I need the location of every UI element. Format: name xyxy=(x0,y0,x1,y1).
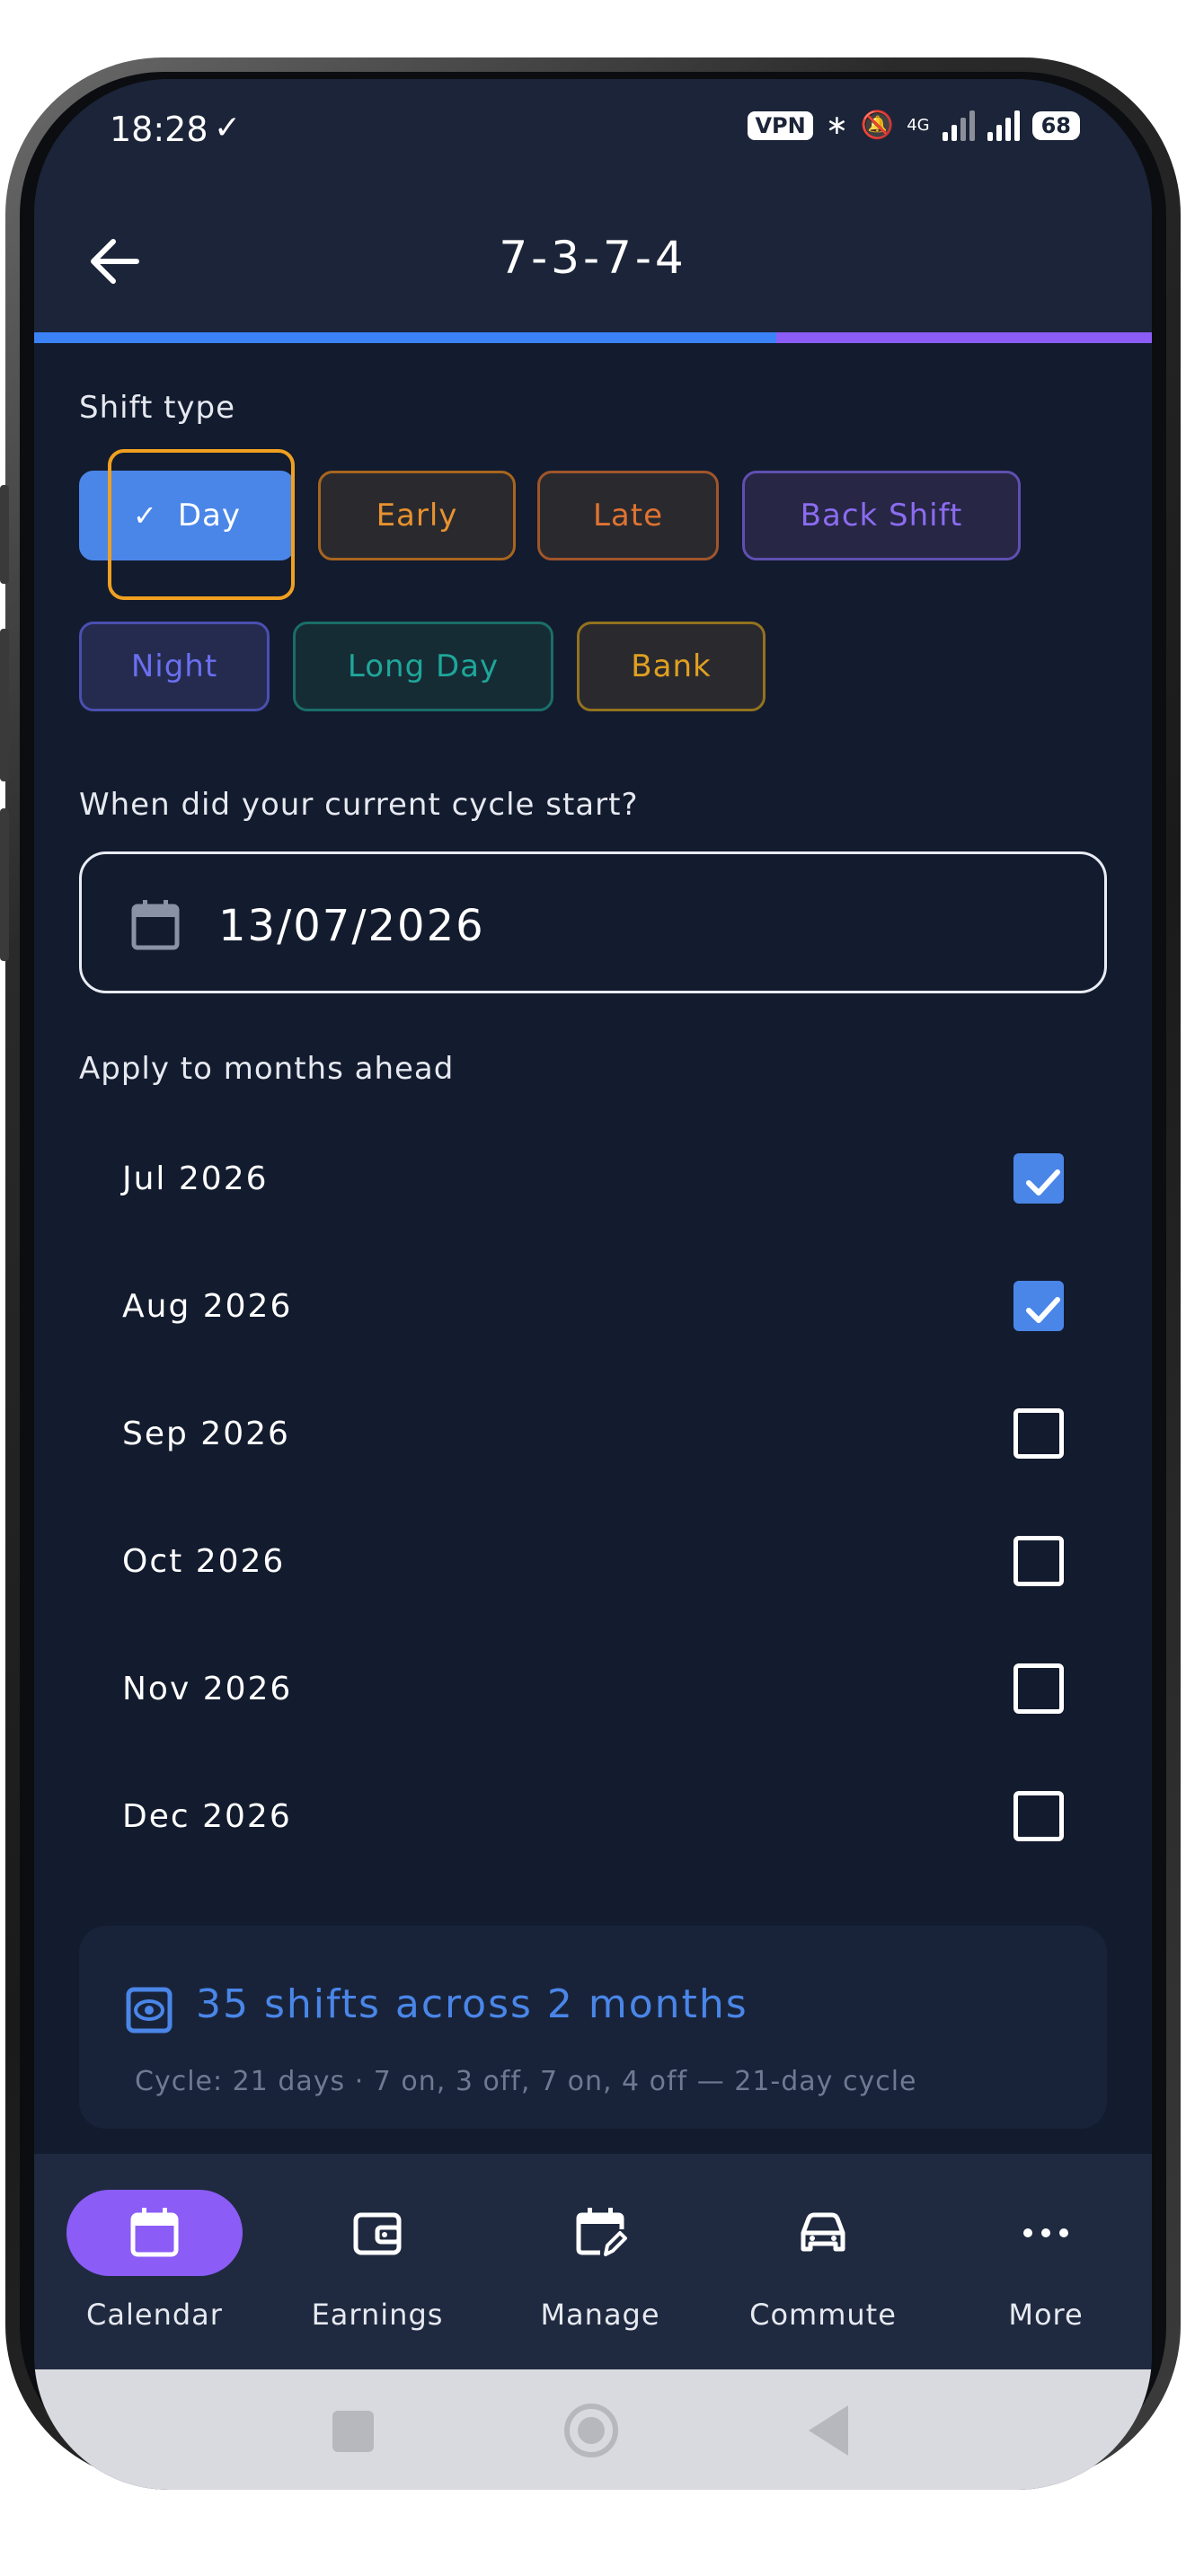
summary-detail: Cycle: 21 days · 7 on, 3 off, 7 on, 4 of… xyxy=(135,2066,917,2097)
app-bar: 7-3-7-4 xyxy=(34,187,1152,332)
calendar-icon xyxy=(131,900,180,950)
signal-icon xyxy=(987,110,1020,141)
vpn-badge: VPN xyxy=(748,110,813,140)
nav-label: More xyxy=(1008,2298,1084,2332)
check-icon xyxy=(1026,1297,1060,1323)
month-label: Aug 2026 xyxy=(122,1288,293,1325)
month-label: Sep 2026 xyxy=(122,1416,290,1452)
signal-icon xyxy=(942,110,975,141)
status-time: 18:28 xyxy=(110,110,208,149)
shift-chip-bank[interactable]: Bank xyxy=(577,622,766,711)
month-checkbox[interactable] xyxy=(1013,1791,1064,1841)
month-row-aug-2026[interactable]: Aug 2026 xyxy=(122,1261,1064,1351)
summary-headline: 35 shifts across 2 months xyxy=(196,1981,748,2027)
month-checkbox[interactable] xyxy=(1013,1408,1064,1459)
shift-chip-back-shift[interactable]: Back Shift xyxy=(742,471,1021,560)
cycle-start-date: 13/07/2026 xyxy=(218,901,485,951)
side-button xyxy=(0,808,9,961)
calendar-icon xyxy=(130,2208,179,2257)
status-indicators: VPN ∗ 🔕 4G 68 xyxy=(748,110,1080,141)
status-bar: 18:28 ✓ VPN ∗ 🔕 4G 68 xyxy=(34,79,1152,187)
wallet-icon xyxy=(353,2212,402,2255)
shift-chip-long-day[interactable]: Long Day xyxy=(293,622,553,711)
chip-label: Night xyxy=(130,648,218,684)
month-row-jul-2026[interactable]: Jul 2026 xyxy=(122,1134,1064,1223)
progress-remaining xyxy=(776,332,1152,343)
app-screen: 18:28 ✓ VPN ∗ 🔕 4G 68 7-3-7-4 Shift type xyxy=(34,79,1152,2490)
more-dots-icon xyxy=(1023,2228,1068,2237)
nav-item-more[interactable]: More xyxy=(947,2190,1145,2351)
bluetooth-icon: ∗ xyxy=(825,110,848,141)
month-label: Dec 2026 xyxy=(122,1798,292,1835)
month-checkbox[interactable] xyxy=(1013,1536,1064,1586)
nav-label: Earnings xyxy=(311,2298,444,2332)
shift-chip-late[interactable]: Late xyxy=(537,471,719,560)
shift-type-label: Shift type xyxy=(79,390,236,426)
month-label: Oct 2026 xyxy=(122,1543,286,1580)
nav-label: Calendar xyxy=(86,2298,223,2332)
verified-icon: ✓ xyxy=(214,110,242,146)
month-checkbox[interactable] xyxy=(1013,1663,1064,1714)
cycle-start-label: When did your current cycle start? xyxy=(79,787,639,823)
month-row-oct-2026[interactable]: Oct 2026 xyxy=(122,1516,1064,1606)
system-back-button[interactable] xyxy=(809,2405,848,2456)
home-button[interactable] xyxy=(564,2404,618,2457)
eye-icon xyxy=(126,1987,173,2033)
calendar-edit-icon xyxy=(576,2208,627,2256)
page-title: 7-3-7-4 xyxy=(499,232,687,284)
preview-summary-card: 35 shifts across 2 months Cycle: 21 days… xyxy=(79,1926,1107,2129)
month-row-sep-2026[interactable]: Sep 2026 xyxy=(122,1389,1064,1478)
chip-label: Early xyxy=(376,498,458,534)
network-type: 4G xyxy=(907,116,930,135)
nav-item-calendar[interactable]: Calendar xyxy=(56,2190,253,2351)
nav-label: Manage xyxy=(540,2298,660,2332)
chip-label: Back Shift xyxy=(800,498,963,534)
chip-label: Day xyxy=(177,498,241,534)
battery-level: 68 xyxy=(1031,110,1080,140)
shift-chip-day[interactable]: ✓ Day xyxy=(79,471,295,560)
chip-label: Late xyxy=(592,498,664,534)
shift-chip-night[interactable]: Night xyxy=(79,622,270,711)
nav-item-manage[interactable]: Manage xyxy=(501,2190,699,2351)
side-button xyxy=(0,485,9,584)
side-button xyxy=(0,629,9,781)
month-label: Nov 2026 xyxy=(122,1671,293,1707)
month-checkbox[interactable] xyxy=(1013,1153,1064,1204)
cycle-start-date-field[interactable]: 13/07/2026 xyxy=(79,851,1107,993)
month-checkbox[interactable] xyxy=(1013,1281,1064,1331)
recents-button[interactable] xyxy=(332,2411,374,2452)
nav-label: Commute xyxy=(749,2298,897,2332)
nav-item-commute[interactable]: Commute xyxy=(724,2190,922,2351)
check-icon: ✓ xyxy=(133,498,158,533)
system-navigation-bar xyxy=(34,2369,1152,2490)
nav-item-earnings[interactable]: Earnings xyxy=(279,2190,476,2351)
chip-label: Bank xyxy=(631,648,712,684)
progress-bar xyxy=(34,332,1152,343)
mute-icon: 🔕 xyxy=(860,110,895,141)
month-label: Jul 2026 xyxy=(122,1160,269,1197)
progress-fill xyxy=(34,332,776,343)
shift-chip-early[interactable]: Early xyxy=(318,471,516,560)
month-row-dec-2026[interactable]: Dec 2026 xyxy=(122,1771,1064,1861)
month-row-nov-2026[interactable]: Nov 2026 xyxy=(122,1644,1064,1734)
months-ahead-label: Apply to months ahead xyxy=(79,1051,455,1087)
chip-label: Long Day xyxy=(347,648,500,684)
car-icon xyxy=(801,2212,845,2252)
bottom-navigation: Calendar Earnings Manage Commute More xyxy=(34,2154,1152,2369)
check-icon xyxy=(1026,1169,1060,1195)
